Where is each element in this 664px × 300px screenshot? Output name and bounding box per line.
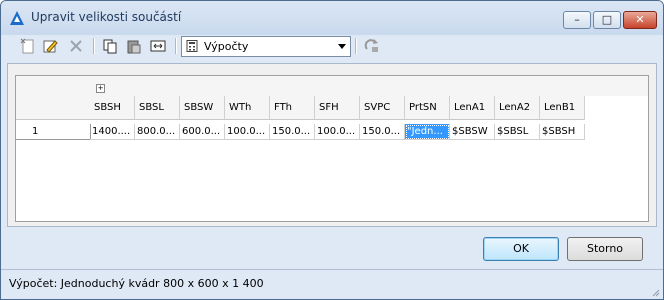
- title-bar[interactable]: Upravit velikosti součástí – □ ✕: [1, 1, 663, 35]
- table-corner: [16, 96, 91, 120]
- ok-button[interactable]: OK: [483, 237, 559, 261]
- table-cell[interactable]: 1400....: [90, 124, 135, 140]
- table-cell[interactable]: 150.0...: [360, 124, 405, 140]
- close-button[interactable]: ✕: [623, 11, 657, 29]
- column-header[interactable]: LenB1: [540, 96, 585, 120]
- table-cell[interactable]: $SBSW: [450, 124, 495, 140]
- column-header[interactable]: SFH: [315, 96, 360, 120]
- expand-icon[interactable]: +: [96, 84, 105, 93]
- row-header[interactable]: 1: [16, 124, 91, 140]
- copy-icon: [103, 39, 117, 54]
- new-button[interactable]: [19, 37, 37, 55]
- status-bar: Výpočet: Jednoduchý kvádr 800 x 600 x 1 …: [1, 269, 663, 299]
- column-header[interactable]: SVPC: [360, 96, 405, 120]
- paste-button[interactable]: [125, 37, 143, 55]
- column-header[interactable]: SBSL: [135, 96, 180, 120]
- calculator-icon: [186, 40, 198, 52]
- cancel-button[interactable]: Storno: [567, 237, 643, 261]
- delete-icon: [70, 40, 82, 52]
- row-index: 1: [32, 126, 39, 137]
- resize-grip-icon[interactable]: [650, 287, 660, 297]
- maximize-button[interactable]: □: [593, 11, 621, 29]
- calculations-dropdown[interactable]: Výpočty: [181, 36, 351, 57]
- parameter-table: + 1 SBSH SBSL SBSW WTh FTh SFH SVPC PrtS…: [15, 75, 649, 222]
- table-cell[interactable]: 100.0...: [315, 124, 360, 140]
- minimize-icon: –: [574, 13, 580, 26]
- table-cell[interactable]: $SBSH: [540, 124, 585, 140]
- toolbar-separator: [93, 38, 95, 54]
- column-header[interactable]: SBSW: [180, 96, 225, 120]
- column-header[interactable]: LenA2: [495, 96, 540, 120]
- delete-button[interactable]: [67, 37, 85, 55]
- toolbar-separator: [175, 38, 177, 54]
- column-header[interactable]: PrtSN: [405, 96, 450, 120]
- column-header[interactable]: SBSH: [90, 96, 135, 120]
- table-cell[interactable]: $SBSL: [495, 124, 540, 140]
- window-title: Upravit velikosti součástí: [31, 10, 182, 24]
- refresh-icon: [364, 39, 378, 52]
- chevron-down-icon: [338, 44, 346, 49]
- table-cell[interactable]: 100.0...: [225, 124, 270, 140]
- column-header[interactable]: LenA1: [450, 96, 495, 120]
- maximize-icon: □: [601, 13, 613, 26]
- status-text: Výpočet: Jednoduchý kvádr 800 x 600 x 1 …: [9, 277, 264, 290]
- copy-button[interactable]: [101, 37, 119, 55]
- paste-icon: [127, 40, 141, 54]
- toolbar-separator: [355, 38, 357, 54]
- dialog-window: Upravit velikosti součástí – □ ✕ Výpočty…: [0, 0, 664, 300]
- table-cell-selected[interactable]: "Jedn...: [405, 124, 450, 140]
- column-header[interactable]: WTh: [225, 96, 270, 120]
- column-header[interactable]: FTh: [270, 96, 315, 120]
- minimize-button[interactable]: –: [563, 11, 591, 29]
- edit-icon: [43, 40, 58, 53]
- table-cell[interactable]: 150.0...: [270, 124, 315, 140]
- close-icon: ✕: [635, 13, 645, 26]
- table-cell[interactable]: 800.0...: [135, 124, 180, 140]
- refresh-button[interactable]: [363, 37, 381, 55]
- new-icon: [20, 38, 34, 54]
- edit-button[interactable]: [41, 37, 59, 55]
- dropdown-value: Výpočty: [204, 40, 249, 53]
- table-cell[interactable]: 600.0...: [180, 124, 225, 140]
- table-header-band: +: [16, 76, 648, 96]
- insert-column-icon: [150, 40, 166, 52]
- insert-column-button[interactable]: [149, 37, 167, 55]
- app-logo-icon: [10, 11, 24, 25]
